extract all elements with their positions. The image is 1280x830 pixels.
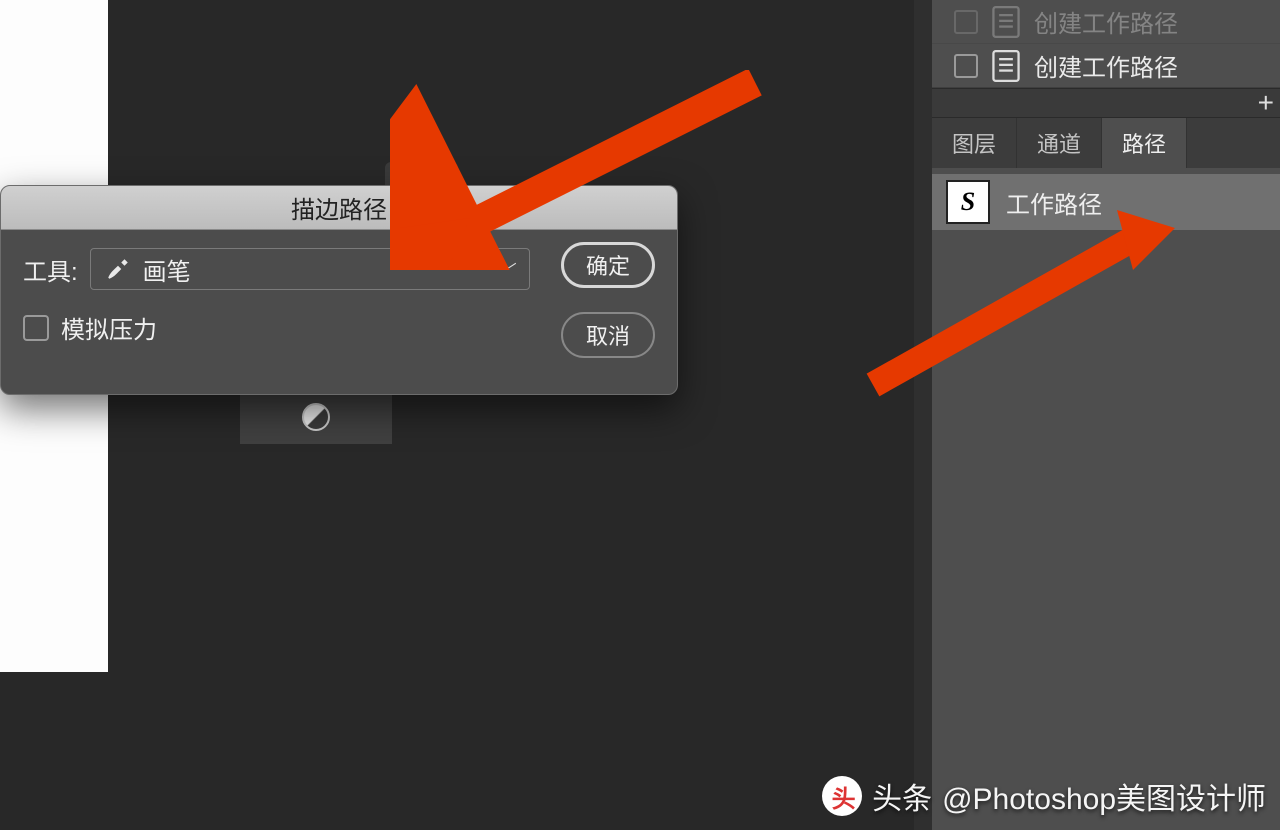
simulate-pressure-checkbox[interactable] bbox=[23, 315, 49, 341]
history-item-checkbox[interactable] bbox=[954, 54, 978, 78]
history-item[interactable]: 创建工作路径 bbox=[932, 44, 1280, 88]
history-item-label: 创建工作路径 bbox=[1034, 4, 1178, 39]
tool-select-value: 画笔 bbox=[143, 252, 191, 287]
dialog-title: 描边路径 bbox=[1, 186, 677, 230]
cancel-button[interactable]: 取消 bbox=[561, 312, 655, 358]
document-icon bbox=[992, 50, 1020, 82]
path-item-workpath[interactable]: S 工作路径 bbox=[932, 174, 1280, 230]
path-thumbnail: S bbox=[946, 180, 990, 224]
brush-icon bbox=[105, 256, 131, 282]
document-icon bbox=[992, 6, 1020, 38]
tab-layers[interactable]: 图层 bbox=[932, 118, 1017, 168]
right-panels: 创建工作路径 创建工作路径 + 图层 通道 路径 S 工作路径 bbox=[932, 0, 1280, 830]
tool-label: 工具: bbox=[23, 252, 78, 287]
watermark-text: @Photoshop美图设计师 bbox=[942, 774, 1266, 818]
panel-footer: + bbox=[932, 88, 1280, 118]
stroke-path-dialog: 描边路径 工具: 画笔 ﹀ 模拟压力 确定 取消 bbox=[0, 185, 678, 395]
panel-divider[interactable] bbox=[914, 0, 932, 830]
chevron-down-icon: ﹀ bbox=[501, 257, 517, 281]
tab-paths[interactable]: 路径 bbox=[1102, 118, 1187, 168]
ok-button[interactable]: 确定 bbox=[561, 242, 655, 288]
simulate-pressure-label: 模拟压力 bbox=[61, 310, 157, 345]
path-item-label: 工作路径 bbox=[1006, 185, 1102, 220]
blur-tool-icon[interactable] bbox=[302, 403, 330, 431]
panel-tabs: 图层 通道 路径 bbox=[932, 118, 1280, 168]
watermark: 头 头条 @Photoshop美图设计师 bbox=[822, 774, 1266, 818]
history-item-label: 创建工作路径 bbox=[1034, 48, 1178, 83]
history-item-checkbox[interactable] bbox=[954, 10, 978, 34]
paths-panel: S 工作路径 bbox=[932, 168, 1280, 230]
history-item[interactable]: 创建工作路径 bbox=[932, 0, 1280, 44]
tool-options-strip bbox=[240, 389, 392, 444]
tool-select[interactable]: 画笔 ﹀ bbox=[90, 248, 530, 290]
watermark-text-prefix: 头条 bbox=[872, 774, 932, 818]
watermark-badge: 头 bbox=[822, 776, 862, 816]
add-button[interactable]: + bbox=[1258, 87, 1274, 119]
tab-channels[interactable]: 通道 bbox=[1017, 118, 1102, 168]
